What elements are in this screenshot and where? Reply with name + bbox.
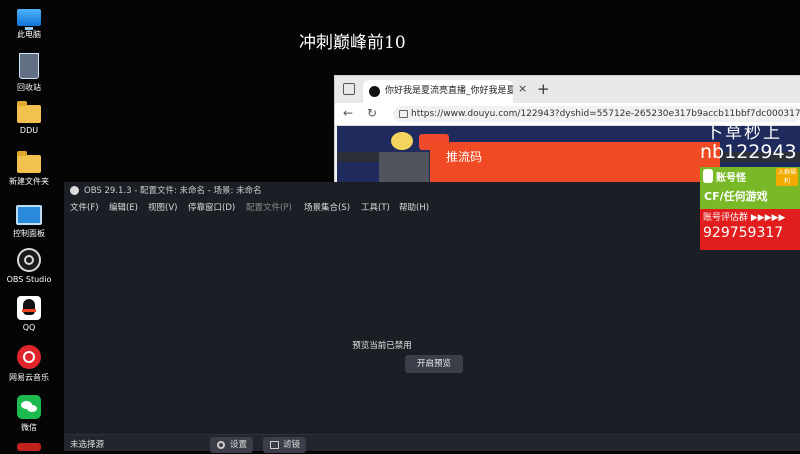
- filters-button[interactable]: 滤镜: [263, 437, 307, 453]
- ad-red-section: 账号评估群 ▶▶▶▶▶ 929759317: [700, 209, 800, 250]
- desktop-icon-partial[interactable]: [0, 443, 58, 454]
- browser-tab[interactable]: 你好我是夏流亮直播_你好我是夏: [363, 80, 513, 103]
- menu-edit[interactable]: 编辑(E): [109, 200, 138, 216]
- preview-disabled-text: 预览当前已禁用: [352, 341, 412, 351]
- obs-menu-bar: 文件(F) 编辑(E) 视图(V) 停靠窗口(D) 配置文件(P) 场景集合(S…: [64, 200, 800, 216]
- ad-banner: 账号怪 入群福利 CF/任何游戏 账号评估群 ▶▶▶▶▶ 929759317: [700, 167, 800, 250]
- douyu-favicon-icon: [369, 86, 380, 97]
- obs-title-bar: OBS 29.1.3 - 配置文件: 未命名 - 场景: 未命名: [64, 182, 800, 200]
- browser-tab-title: 你好我是夏流亮直播_你好我是夏: [385, 86, 513, 96]
- recycle-bin-icon: [19, 53, 39, 79]
- obs-source-toolbar: 未选择源 设置 滤镜: [64, 434, 800, 453]
- qq-icon: [17, 296, 41, 320]
- ad-group-text: 账号评估群 ▶▶▶▶▶: [703, 213, 786, 223]
- desktop-icon-this-pc[interactable]: 此电脑: [0, 5, 58, 40]
- desktop-icon-new-folder[interactable]: 新建文件夹: [0, 150, 58, 187]
- ad-header-row: 账号怪 入群福利: [700, 167, 800, 187]
- menu-tools[interactable]: 工具(T): [361, 200, 390, 216]
- wechat-icon: [17, 395, 41, 419]
- folder-icon: [17, 101, 41, 123]
- settings-label: 设置: [230, 440, 248, 450]
- tab-actions-icon[interactable]: [343, 83, 355, 95]
- obs-window-title: OBS 29.1.3 - 配置文件: 未命名 - 场景: 未命名: [84, 186, 262, 196]
- ad-lock-icon: [703, 169, 713, 183]
- refresh-button[interactable]: ↻: [367, 106, 377, 120]
- obs-logo-icon: [70, 186, 79, 195]
- page-nav-block: [379, 152, 429, 182]
- desktop-icon-qq[interactable]: QQ: [0, 296, 58, 332]
- no-source-selected-text: 未选择源: [70, 440, 105, 450]
- new-tab-button[interactable]: +: [537, 80, 550, 98]
- source-properties-button[interactable]: 设置: [210, 437, 254, 453]
- menu-profile: 配置文件(P): [246, 203, 292, 213]
- douyu-logo-icon: [391, 132, 413, 150]
- back-button[interactable]: ←: [343, 106, 353, 120]
- menu-file[interactable]: 文件(F): [70, 200, 99, 216]
- menu-view[interactable]: 视图(V): [148, 200, 177, 216]
- ad-games-text: CF/任何游戏: [704, 190, 768, 203]
- netease-music-icon: [17, 345, 41, 369]
- ad-badge: 入群福利: [776, 168, 798, 186]
- enable-preview-button[interactable]: 开启预览: [405, 355, 463, 373]
- ad-number-text: 929759317: [703, 225, 784, 241]
- browser-tab-bar: 你好我是夏流亮直播_你好我是夏 × +: [335, 76, 800, 103]
- desktop-icon-netease-music[interactable]: 网易云音乐: [0, 345, 58, 383]
- push-code-title: 推流码: [446, 150, 483, 164]
- desktop-icon-control-panel[interactable]: 控制面板: [0, 200, 58, 239]
- overlay-banner-line2: nb122943: [700, 141, 797, 163]
- obs-icon: [17, 248, 41, 272]
- filters-label: 滤镜: [283, 440, 301, 450]
- computer-icon: [17, 9, 41, 30]
- obs-window: OBS 29.1.3 - 配置文件: 未命名 - 场景: 未命名 文件(F) 编…: [64, 182, 800, 453]
- desktop-icon-ddu[interactable]: DDU: [0, 100, 58, 135]
- tab-close-icon[interactable]: ×: [518, 82, 527, 95]
- menu-docks[interactable]: 停靠窗口(D): [188, 200, 235, 216]
- gear-icon: [217, 441, 225, 449]
- filter-icon: [270, 441, 279, 449]
- desktop-icon-wechat[interactable]: 微信: [0, 395, 58, 433]
- menu-help[interactable]: 帮助(H): [399, 200, 429, 216]
- folder-icon: [17, 151, 41, 173]
- ad-title: 账号怪: [716, 173, 746, 184]
- obs-preview-area: 预览当前已禁用 开启预览: [64, 216, 700, 434]
- desktop-icon-recycle-bin[interactable]: 回收站: [0, 53, 58, 93]
- overlay-banner-line1: 卜草秒上: [706, 123, 782, 143]
- menu-scene-collection[interactable]: 场景集合(S): [304, 200, 350, 216]
- overlay-title: 冲刺巅峰前10: [299, 33, 406, 53]
- lock-icon: [399, 110, 408, 118]
- control-panel-icon: [16, 205, 42, 225]
- push-code-dialog: 推流码: [430, 142, 720, 184]
- desktop-icon-obs-studio[interactable]: OBS Studio: [0, 248, 58, 284]
